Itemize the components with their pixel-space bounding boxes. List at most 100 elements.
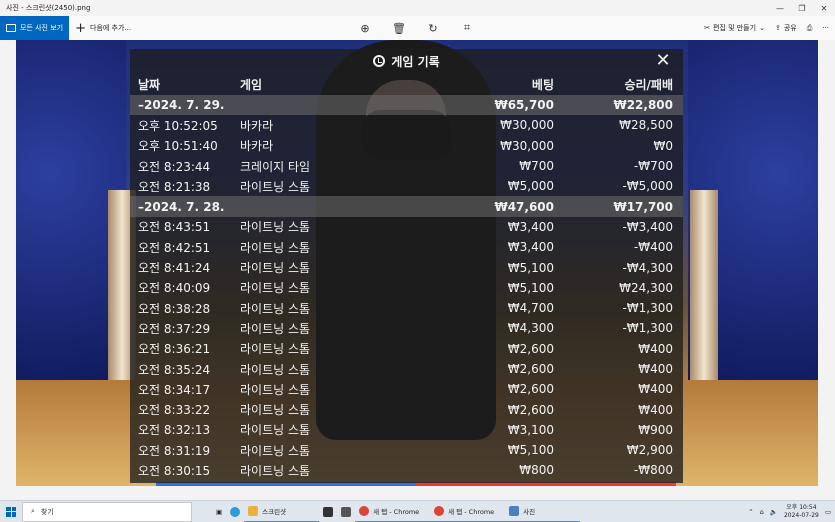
task-label: 새 탭 - Chrome bbox=[448, 507, 495, 516]
system-tray: ⌃ ⌂ 🔈 오후 10:54 2024-07-29 ▭ bbox=[748, 501, 831, 522]
volume-icon[interactable]: 🔈 bbox=[770, 508, 778, 516]
table-header: 날짜 게임 베팅 승리/패배 bbox=[130, 73, 683, 95]
cell-bet: ₩4,300 bbox=[507, 321, 554, 336]
cell-bet: ₩800 bbox=[519, 463, 554, 478]
cell-winloss: -₩4,300 bbox=[622, 260, 673, 275]
edit-create-button[interactable]: ✂ 편집 및 만들기 ⌄ bbox=[704, 23, 765, 33]
store-icon[interactable] bbox=[319, 501, 337, 522]
cell-bet: ₩65,700 bbox=[494, 98, 554, 113]
search-label: 찾기 bbox=[40, 507, 54, 516]
cell-game: 라이트닝 스톰 bbox=[240, 281, 311, 296]
cell-game: 라이트닝 스톰 bbox=[240, 179, 311, 194]
table-row: 오전 8:42:51 라이트닝 스톰 ₩3,400 -₩400 bbox=[130, 237, 683, 257]
history-rows: –2024. 7. 29. ₩65,700 ₩22,800 오후 10:52:05 바카… bbox=[130, 95, 683, 481]
date-group-row: –2024. 7. 29. ₩65,700 ₩22,800 bbox=[130, 95, 683, 116]
share-label: 공유 bbox=[783, 24, 797, 32]
share-button[interactable]: ⇪ 공유 bbox=[775, 23, 797, 33]
cell-winloss: ₩400 bbox=[638, 402, 673, 417]
rotate-icon[interactable]: ↻ bbox=[426, 21, 440, 35]
cell-game: 라이트닝 스톰 bbox=[240, 301, 311, 316]
cell-winloss: ₩24,300 bbox=[619, 280, 673, 295]
toolbar-actions: ⊕ 🗑 ↻ ⌗ bbox=[358, 16, 474, 40]
task-label: 사진 bbox=[523, 507, 536, 516]
table-row: 오전 8:38:28 라이트닝 스톰 ₩4,700 -₩1,300 bbox=[130, 298, 683, 318]
taskbar-item-chrome-2[interactable]: 새 탭 - Chrome bbox=[430, 501, 506, 522]
print-icon[interactable]: ⎙ bbox=[807, 24, 813, 33]
cell-game: 라이트닝 스톰 bbox=[240, 220, 311, 235]
all-photos-label: 모든 사진 보기 bbox=[20, 24, 64, 32]
toolbar-right: ✂ 편집 및 만들기 ⌄ ⇪ 공유 ⎙ ··· bbox=[704, 16, 829, 40]
cell-date: 오전 8:34:17 bbox=[138, 382, 211, 397]
close-icon[interactable]: ✕ bbox=[653, 51, 673, 71]
cell-winloss: -₩400 bbox=[633, 240, 673, 255]
cell-bet: ₩4,700 bbox=[507, 301, 554, 316]
table-row: 오후 10:52:05 바카라 ₩30,000 ₩28,500 bbox=[130, 115, 683, 135]
cell-bet: ₩2,600 bbox=[507, 341, 554, 356]
search-box[interactable]: ⌕ 찾기 bbox=[22, 501, 192, 522]
cell-date: 오전 8:30:15 bbox=[138, 463, 211, 478]
chrome-icon bbox=[434, 505, 445, 516]
title-bar: 사진 - 스크린샷(2450).png — ❐ ✕ bbox=[0, 0, 835, 16]
clock[interactable]: 오후 10:54 2024-07-29 bbox=[784, 504, 819, 520]
all-photos-button[interactable]: 모든 사진 보기 bbox=[0, 16, 70, 40]
taskbar-item-chrome-1[interactable]: 새 탭 - Chrome bbox=[355, 501, 431, 522]
table-row: 오전 8:35:24 라이트닝 스톰 ₩2,600 ₩400 bbox=[130, 359, 683, 379]
taskview-icon[interactable]: ▣ bbox=[212, 501, 226, 522]
delete-icon[interactable]: 🗑 bbox=[392, 21, 406, 35]
cell-game: 라이트닝 스톰 bbox=[240, 403, 311, 418]
cell-winloss: ₩900 bbox=[638, 422, 673, 437]
table-row: 오전 8:34:17 라이트닝 스톰 ₩2,600 ₩400 bbox=[130, 379, 683, 399]
table-row: 오전 8:23:44 크레이지 타임 ₩700 -₩700 bbox=[130, 156, 683, 176]
table-row: 오후 10:51:40 바카라 ₩30,000 ₩0 bbox=[130, 136, 683, 156]
task-label: 스크린샷 bbox=[262, 507, 287, 516]
add-to-button[interactable]: + 다음에 추가... bbox=[69, 22, 131, 35]
table-row: 오전 8:31:19 라이트닝 스톰 ₩5,100 ₩2,900 bbox=[130, 440, 683, 460]
task-label: 새 탭 - Chrome bbox=[373, 507, 420, 516]
cell-game: 라이트닝 스톰 bbox=[240, 321, 311, 336]
network-icon[interactable]: ⌂ bbox=[760, 508, 764, 516]
taskbar: ⌕ 찾기 ▣ 스크린샷 새 탭 - Chrome 새 탭 - Chrome 사진… bbox=[0, 500, 835, 522]
table-row: 오전 8:21:38 라이트닝 스톰 ₩5,000 -₩5,000 bbox=[130, 176, 683, 196]
cell-date: 오전 8:32:13 bbox=[138, 423, 211, 438]
game-history-panel: 게임 기록 ✕ 날짜 게임 베팅 승리/패배 –2024. 7. 29. ₩65,… bbox=[130, 49, 683, 483]
cell-date: –2024. 7. 28. bbox=[138, 199, 225, 214]
window-title: 사진 - 스크린샷(2450).png bbox=[6, 4, 91, 12]
folder-icon bbox=[248, 505, 259, 516]
cell-bet: ₩2,600 bbox=[507, 402, 554, 417]
cell-bet: ₩2,600 bbox=[507, 382, 554, 397]
date-group-row: –2024. 7. 28. ₩47,600 ₩17,700 bbox=[130, 196, 683, 217]
cell-date: 오전 8:33:22 bbox=[138, 403, 211, 418]
taskbar-item-photos[interactable]: 사진 bbox=[505, 501, 581, 522]
table-row: 오전 8:40:09 라이트닝 스톰 ₩5,100 ₩24,300 bbox=[130, 278, 683, 298]
cell-date: –2024. 7. 29. bbox=[138, 98, 225, 113]
cell-bet: ₩30,000 bbox=[500, 118, 554, 133]
cell-winloss: -₩1,300 bbox=[622, 321, 673, 336]
table-row: 오전 8:30:15 라이트닝 스톰 ₩800 -₩800 bbox=[130, 460, 683, 480]
cell-game: 라이트닝 스톰 bbox=[240, 382, 311, 397]
minimize-button[interactable]: — bbox=[769, 0, 791, 16]
more-icon[interactable]: ··· bbox=[822, 24, 829, 32]
cell-date: 오전 8:40:09 bbox=[138, 281, 211, 296]
cell-bet: ₩700 bbox=[519, 159, 554, 174]
cell-winloss: ₩28,500 bbox=[619, 118, 673, 133]
mail-icon[interactable] bbox=[337, 501, 355, 522]
crop-icon[interactable]: ⌗ bbox=[460, 21, 474, 35]
zoom-icon[interactable]: ⊕ bbox=[358, 21, 372, 35]
cell-game: 라이트닝 스톰 bbox=[240, 261, 311, 276]
maximize-button[interactable]: ❐ bbox=[791, 0, 813, 16]
edit-create-label: 편집 및 만들기 bbox=[712, 24, 757, 32]
chevron-up-icon[interactable]: ⌃ bbox=[748, 508, 753, 516]
panel-title: 게임 기록 bbox=[391, 54, 440, 69]
start-button[interactable] bbox=[0, 501, 22, 522]
clock-time: 오후 10:54 bbox=[786, 504, 817, 511]
close-window-button[interactable]: ✕ bbox=[813, 0, 835, 16]
cell-game: 라이트닝 스톰 bbox=[240, 342, 311, 357]
cell-date: 오전 8:42:51 bbox=[138, 240, 211, 255]
cell-winloss: -₩800 bbox=[633, 463, 673, 478]
column-date: 날짜 bbox=[138, 77, 161, 92]
taskbar-item-screenshots[interactable]: 스크린샷 bbox=[244, 501, 320, 522]
photo-toolbar: 모든 사진 보기 + 다음에 추가... ⊕ 🗑 ↻ ⌗ ✂ 편집 및 만들기 … bbox=[0, 16, 835, 40]
notification-icon[interactable]: ▭ bbox=[825, 508, 831, 516]
cell-date: 오전 8:37:29 bbox=[138, 321, 211, 336]
edge-icon[interactable] bbox=[226, 501, 244, 522]
